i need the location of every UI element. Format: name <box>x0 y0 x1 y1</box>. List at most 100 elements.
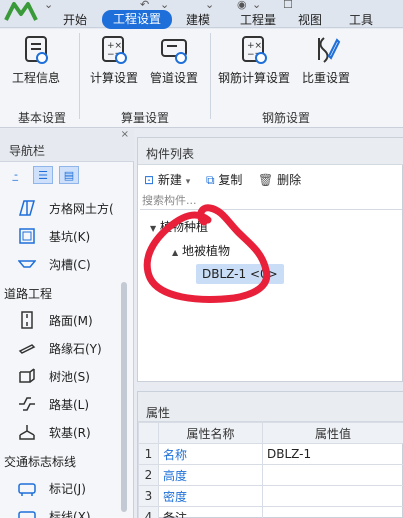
settings-circle-icon[interactable]: ◉ <box>237 0 247 11</box>
nav-group-traffic[interactable]: 交通标志标线 <box>4 453 76 470</box>
tree-node-planting[interactable]: ▼ 植物种植 <box>150 218 208 235</box>
navigation-header: 导航栏 × <box>0 129 134 162</box>
copy-component-button[interactable]: ⧉ 复制 <box>206 171 242 188</box>
property-name: 名称 <box>158 443 263 465</box>
nav-item-label: 树池(S) <box>49 370 90 384</box>
nav-item-label: 沟槽(C) <box>49 258 91 272</box>
close-icon[interactable]: × <box>121 129 129 140</box>
menu-project-settings[interactable]: 工程设置 <box>102 10 173 29</box>
trash-icon: 🗑 <box>258 173 274 187</box>
tree-node-label: 植物种植 <box>159 220 208 234</box>
table-row[interactable]: 3 密度 <box>138 485 403 507</box>
property-name: 备注 <box>158 506 263 518</box>
component-list-title: 构件列表 <box>146 147 195 161</box>
component-list-header: 构件列表 <box>138 138 403 165</box>
property-value[interactable]: DBLZ-1 <box>262 443 403 465</box>
project-info-button[interactable]: 工程信息 <box>8 34 64 86</box>
property-value[interactable] <box>262 485 403 507</box>
window-icon[interactable]: ☐ <box>283 0 293 11</box>
app-window: ⌄ ↶ ⌄ ⌄ ◉ ⌄ ☐ 开始 工程设置 建模 工程量 视图 工具 工程信息 … <box>0 0 403 518</box>
component-search-input[interactable]: 搜索构件... <box>140 192 402 210</box>
table-row[interactable]: 4 备注 <box>138 506 403 518</box>
nav-item-grid-earthwork[interactable]: 方格网土方( <box>0 194 120 222</box>
nav-group-road[interactable]: 道路工程 <box>4 285 52 302</box>
calc-settings-label: 计算设置 <box>89 71 138 85</box>
specific-gravity-icon <box>318 37 341 63</box>
ribbon-group-basic: 基本设置 <box>18 111 67 125</box>
pipe-settings-label: 管道设置 <box>149 71 198 85</box>
row-number: 4 <box>138 506 159 518</box>
nav-item-label: 基坑(K) <box>49 230 91 244</box>
collapse-icon[interactable]: -̲ <box>6 166 26 184</box>
navigation-toolbar: -̲ ☰ ▤ <box>0 163 134 187</box>
properties-title: 属性 <box>146 406 171 420</box>
nav-item-foundation-pit[interactable]: 基坑(K) <box>0 222 120 250</box>
navigation-title: 导航栏 <box>9 144 46 158</box>
menu-quantities[interactable]: 工程量 <box>240 11 276 29</box>
table-row[interactable]: 1 名称 DBLZ-1 <box>138 443 403 465</box>
foundation-pit-icon <box>19 228 35 244</box>
table-row[interactable]: 2 高度 <box>138 464 403 486</box>
specific-gravity-label: 比重设置 <box>301 71 350 85</box>
copy-icon: ⧉ <box>206 173 215 187</box>
property-value[interactable] <box>262 464 403 486</box>
new-label: 新建 <box>157 173 182 187</box>
component-list-panel: 构件列表 ⊡ 新建 ▾ ⧉ 复制 🗑 删除 搜索构件... ▼ 植物种植 ▲ 地… <box>137 137 403 382</box>
tree-node-dblz-1[interactable]: DBLZ-1 <0> <box>196 264 284 284</box>
redo-dropdown-icon[interactable]: ⌄ <box>205 0 214 11</box>
ribbon-separator <box>210 33 211 119</box>
quick-access-menu-icon[interactable]: ⌄ <box>44 0 53 11</box>
nav-item-marker[interactable]: 标记(J) <box>0 474 120 502</box>
menu-start[interactable]: 开始 <box>63 11 87 29</box>
copy-label: 复制 <box>218 173 243 187</box>
new-component-button[interactable]: ⊡ 新建 ▾ <box>144 171 190 188</box>
delete-component-button[interactable]: 🗑 删除 <box>258 171 301 188</box>
curbstone-icon <box>18 344 36 354</box>
property-value[interactable] <box>262 506 403 518</box>
nav-item-curbstone[interactable]: 路缘石(Y) <box>0 334 120 362</box>
chevron-down-icon: ▾ <box>185 177 191 187</box>
specific-gravity-settings-button[interactable]: 比重设置 <box>298 34 354 86</box>
detail-view-icon[interactable]: ▤ <box>59 166 79 184</box>
row-number-header <box>138 422 159 444</box>
rebar-calc-settings-label: 钢筋计算设置 <box>217 71 290 85</box>
nav-item-roadbed[interactable]: 路基(L) <box>0 390 120 418</box>
nav-item-tree-pit[interactable]: 树池(S) <box>0 362 120 390</box>
list-view-icon[interactable]: ☰ <box>33 166 53 184</box>
properties-header: 属性 <box>138 392 403 422</box>
tree-node-ground-cover[interactable]: ▲ 地被植物 <box>172 242 230 259</box>
marker-icon <box>18 483 36 496</box>
nav-item-label: 路缘石(Y) <box>49 342 102 356</box>
menu-tools[interactable]: 工具 <box>349 11 373 29</box>
properties-panel: 属性 属性名称 属性值 1 名称 DBLZ-1 2 高度 3 密度 4 备注 <box>137 391 403 518</box>
settings-dropdown-icon[interactable]: ⌄ <box>252 0 261 11</box>
column-header-value[interactable]: 属性值 <box>262 422 403 444</box>
soft-foundation-icon <box>19 425 35 440</box>
column-header-name[interactable]: 属性名称 <box>158 422 263 444</box>
nav-item-pavement[interactable]: 路面(M) <box>0 306 120 334</box>
marking-line-icon <box>18 511 36 518</box>
row-number: 1 <box>138 443 159 465</box>
pipe-settings-button[interactable]: 管道设置 <box>146 34 202 86</box>
rebar-calc-settings-button[interactable]: +× −= 钢筋计算设置 <box>216 34 292 86</box>
nav-item-trench[interactable]: 沟槽(C) <box>0 250 120 278</box>
project-info-icon <box>25 36 48 64</box>
expand-arrow-icon[interactable]: ▼ <box>150 224 156 233</box>
property-name: 密度 <box>158 485 263 507</box>
calc-settings-icon: +× −= <box>102 36 127 64</box>
tree-pit-icon <box>19 368 35 383</box>
delete-label: 删除 <box>277 173 302 187</box>
calc-settings-button[interactable]: +× −= 计算设置 <box>86 34 142 86</box>
pavement-icon <box>21 311 33 329</box>
ribbon: 工程信息 +× −= 计算设置 管道设置 +× −= 钢筋计算设置 比重设置 基… <box>0 29 403 128</box>
nav-item-label: 标线(X) <box>49 510 91 518</box>
nav-item-marking-line[interactable]: 标线(X) <box>0 502 120 518</box>
menu-view[interactable]: 视图 <box>298 11 322 29</box>
rebar-calc-settings-icon: +× −= <box>242 36 267 64</box>
nav-item-soft-foundation[interactable]: 软基(R) <box>0 418 120 446</box>
row-number: 3 <box>138 485 159 507</box>
menu-modeling[interactable]: 建模 <box>186 11 210 29</box>
nav-item-label: 路面(M) <box>49 314 93 328</box>
navigation-scrollbar[interactable] <box>121 282 127 512</box>
expand-arrow-icon[interactable]: ▲ <box>172 248 178 257</box>
